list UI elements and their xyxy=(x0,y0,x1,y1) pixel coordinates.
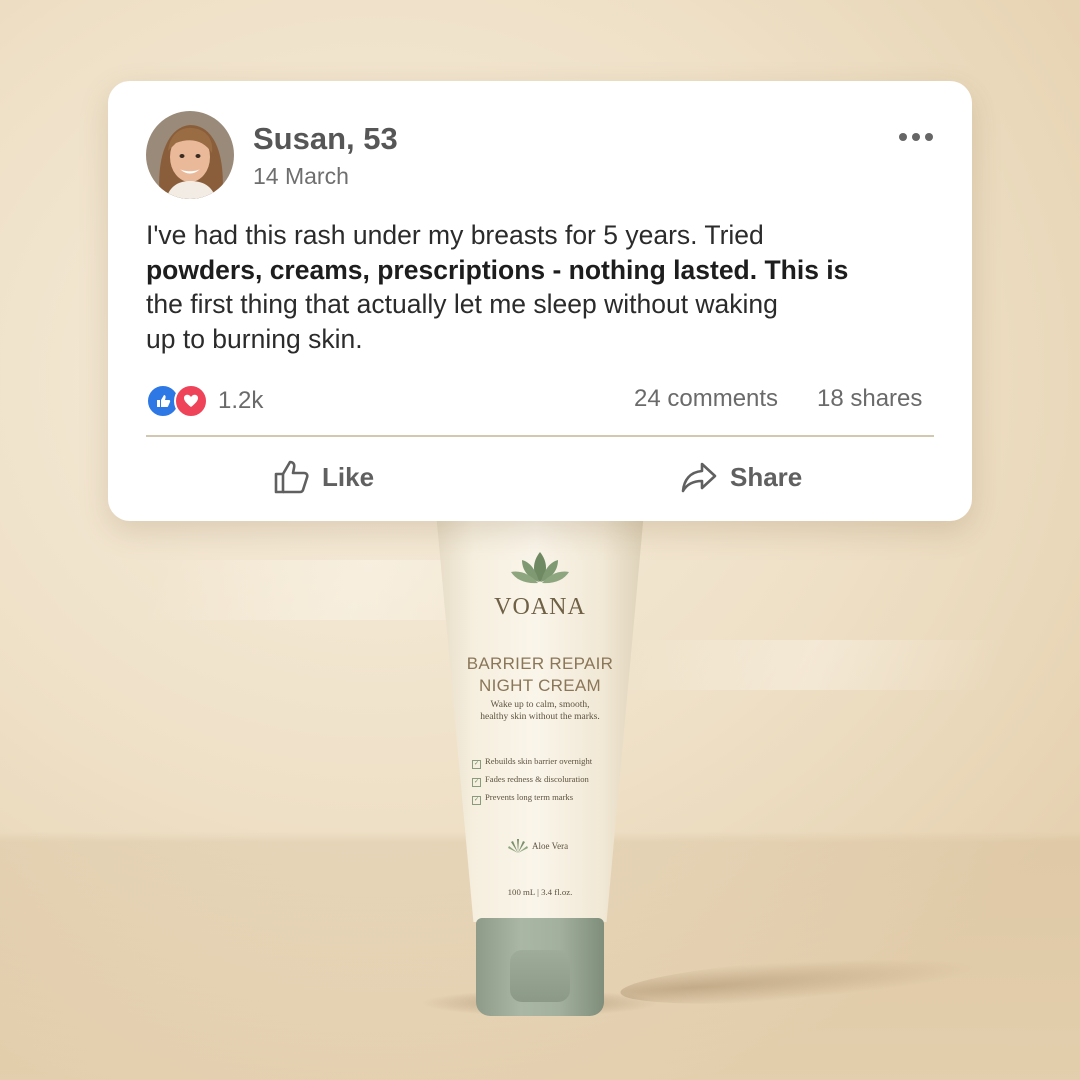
post-body-text: I've had this rash under my breasts for … xyxy=(146,218,946,356)
post-body-line-highlighted: powders, creams, prescriptions - nothing… xyxy=(146,254,849,285)
post-author-name[interactable]: Susan, 53 xyxy=(253,121,398,157)
social-post-card: Susan, 53 14 March I've had this rash un… xyxy=(108,81,972,521)
reaction-count: 1.2k xyxy=(218,387,264,414)
thumbs-up-icon xyxy=(274,460,309,494)
post-date: 14 March xyxy=(253,163,349,189)
more-options-button[interactable] xyxy=(896,125,936,149)
post-body-line: I've had this rash under my breasts for … xyxy=(146,220,764,250)
checkbox-icon: ✓ xyxy=(472,796,481,805)
checkbox-icon: ✓ xyxy=(472,778,481,787)
dot-icon xyxy=(899,133,907,141)
benefit-item: ✓ Rebuilds skin barrier overnight xyxy=(472,756,593,769)
product-brand: VOANA xyxy=(494,594,586,620)
dot-icon xyxy=(912,133,920,141)
share-button[interactable]: Share xyxy=(680,455,802,499)
share-label: Share xyxy=(730,461,803,492)
post-body-line: up to burning skin. xyxy=(146,323,363,354)
divider xyxy=(146,435,934,437)
benefit-item: ✓ Fades redness & discoluration xyxy=(472,774,589,787)
product-tube: VOANA BARRIER REPAIR NIGHT CREAM Wake up… xyxy=(436,490,644,1016)
checkbox-icon: ✓ xyxy=(472,760,481,769)
background-scene: VOANA BARRIER REPAIR NIGHT CREAM Wake up… xyxy=(0,0,1080,1080)
cap-flip-notch xyxy=(510,950,570,1002)
avatar-portrait-icon xyxy=(146,111,234,199)
like-label: Like xyxy=(322,461,375,492)
comments-count-link[interactable]: 24 comments xyxy=(634,385,778,413)
product-tagline-line2: healthy skin without the marks. xyxy=(480,712,600,722)
product-tagline-line1: Wake up to calm, smooth, xyxy=(490,700,590,710)
product-ingredient: Aloe Vera xyxy=(532,841,569,851)
love-icon xyxy=(174,384,208,418)
aloe-icon xyxy=(508,839,528,853)
dot-icon xyxy=(925,133,933,141)
reactions-summary[interactable]: 1.2k xyxy=(146,384,263,418)
share-arrow-icon xyxy=(681,462,717,493)
light-streak xyxy=(610,640,1010,690)
product-benefits-list: ✓ Rebuilds skin barrier overnight ✓ Fades … xyxy=(472,756,642,810)
product-title-line2: NIGHT CREAM xyxy=(479,676,601,695)
like-button[interactable]: Like xyxy=(272,455,374,499)
avatar[interactable] xyxy=(146,111,234,199)
shares-count-link[interactable]: 18 shares xyxy=(817,385,922,413)
product-size: 100 mL | 3.4 fl.oz. xyxy=(507,887,573,897)
post-body-line: the first thing that actually let me sle… xyxy=(146,289,778,319)
lotus-logo-icon xyxy=(511,552,569,584)
benefit-item: ✓ Prevents long term marks xyxy=(472,792,574,805)
product-title-line1: BARRIER REPAIR xyxy=(466,654,614,673)
tube-shadow xyxy=(619,947,981,1013)
